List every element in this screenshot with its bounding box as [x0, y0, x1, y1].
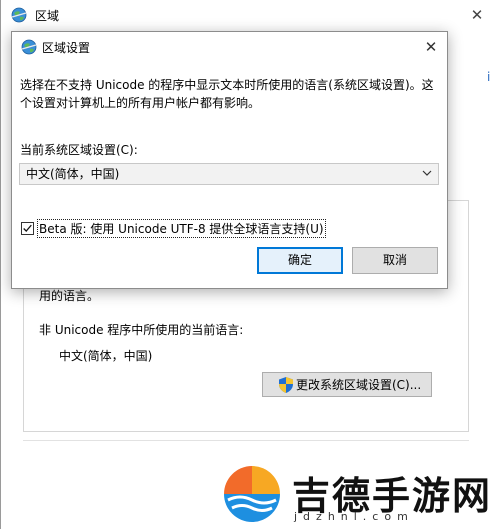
change-system-locale-button[interactable]: 更改系统区域设置(C)...: [262, 372, 432, 397]
region-window-title: 区域: [35, 9, 60, 23]
divider: [23, 440, 469, 441]
globe-icon: [21, 39, 37, 55]
system-locale-select[interactable]: 中文(简体，中国): [19, 163, 439, 185]
change-system-locale-label: 更改系统区域设置(C)...: [296, 378, 422, 392]
region-settings-dialog: 区域设置 ✕ 选择在不支持 Unicode 的程序中显示文本时所使用的语言(系统…: [11, 31, 448, 289]
dialog-description: 选择在不支持 Unicode 的程序中显示文本时所使用的语言(系统区域设置)。这…: [20, 78, 434, 110]
watermark-domain: jdzhnl.com: [294, 510, 414, 523]
ok-button[interactable]: 确定: [257, 247, 343, 274]
beta-utf8-label[interactable]: Beta 版: 使用 Unicode UTF-8 提供全球语言支持(U): [37, 218, 326, 238]
watermark: 吉德手游网 jdzhnl.com: [222, 462, 490, 524]
current-locale-label: 当前系统区域设置(C):: [20, 143, 138, 157]
edge-link-fragment[interactable]: i: [487, 70, 490, 84]
cancel-button[interactable]: 取消: [352, 247, 438, 274]
admin-description-text: 用的语言。: [39, 289, 100, 303]
globe-icon: [11, 7, 27, 23]
checkmark-icon: [23, 224, 32, 232]
beta-utf8-checkbox[interactable]: [21, 221, 34, 235]
chevron-down-icon: [422, 170, 432, 176]
system-locale-value: 中文(简体，中国): [26, 167, 120, 181]
close-icon[interactable]: ✕: [465, 4, 489, 26]
beta-utf8-option[interactable]: Beta 版: 使用 Unicode UTF-8 提供全球语言支持(U): [21, 218, 326, 238]
close-icon[interactable]: ✕: [418, 35, 444, 59]
logo-icon: [224, 466, 280, 522]
region-window-titlebar: 区域 ✕: [1, 0, 494, 30]
dialog-titlebar: 区域设置 ✕: [12, 32, 447, 62]
shield-icon: [279, 376, 293, 393]
dialog-title: 区域设置: [42, 41, 91, 55]
non-unicode-label: 非 Unicode 程序中所使用的当前语言:: [39, 323, 244, 337]
current-language-value: 中文(简体，中国): [59, 349, 153, 363]
